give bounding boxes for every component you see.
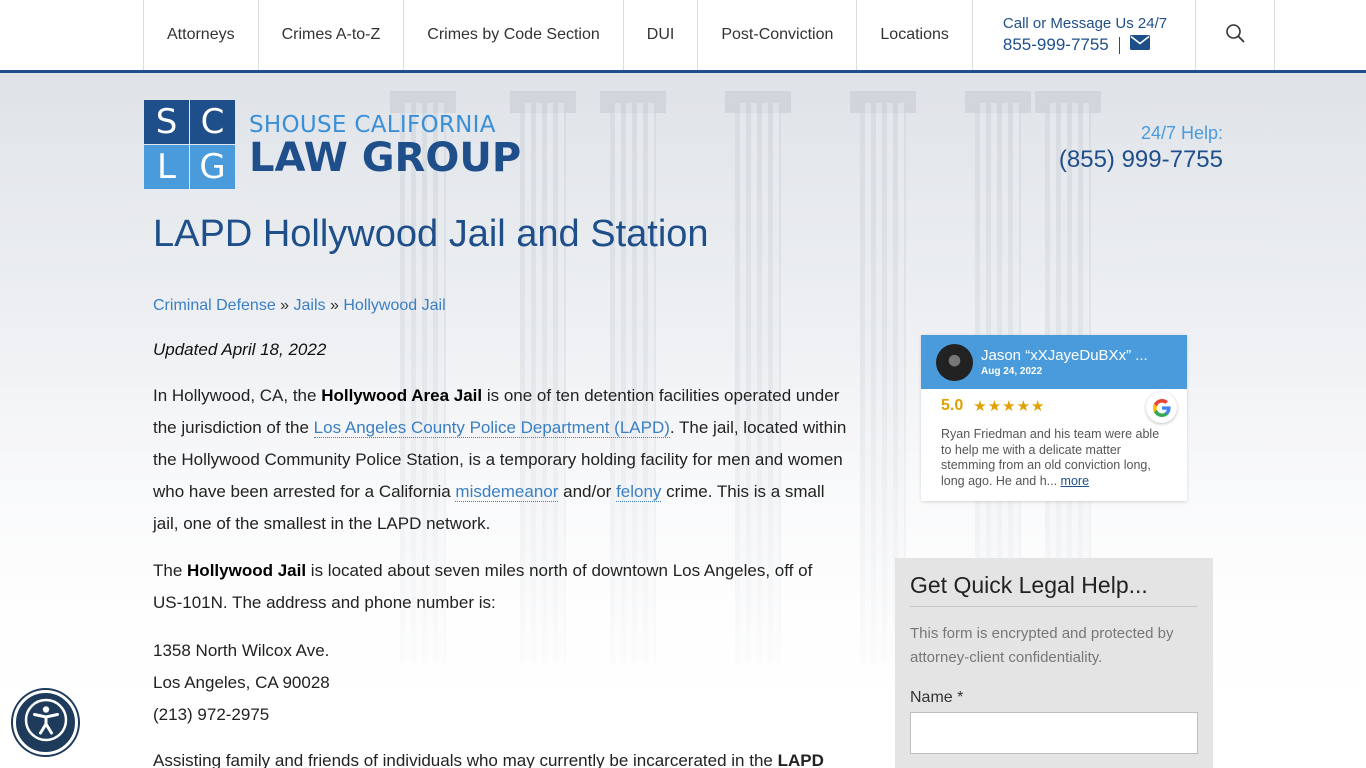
breadcrumb-separator: » <box>280 297 290 314</box>
page-title: LAPD Hollywood Jail and Station <box>153 213 709 255</box>
nav-item-attorneys[interactable]: Attorneys <box>143 0 258 70</box>
top-navigation: Attorneys Crimes A-to-Z Crimes by Code S… <box>0 0 1366 73</box>
review-text: Ryan Friedman and his team were able to … <box>941 427 1171 489</box>
logo-wordmark: SHOUSE CALIFORNIA LAW GROUP <box>249 112 521 178</box>
intro-paragraph: In Hollywood, CA, the Hollywood Area Jai… <box>153 380 853 540</box>
text: In Hollywood, CA, the <box>153 386 322 405</box>
help-contact: 24/7 Help: (855) 999-7755 <box>1059 123 1223 174</box>
updated-date: Updated April 18, 2022 <box>153 340 327 359</box>
form-confidentiality-note: This form is encrypted and protected by … <box>910 625 1174 666</box>
logo-letter-g: G <box>190 145 235 189</box>
logo-letter-c: C <box>190 100 235 144</box>
help-label: 24/7 Help: <box>1140 123 1223 143</box>
name-field-label: Name * <box>910 689 964 706</box>
address-line: 1358 North Wilcox Ave. <box>153 641 330 660</box>
location-paragraph: The Hollywood Jail is located about seve… <box>153 555 833 619</box>
accessibility-icon <box>23 697 69 748</box>
breadcrumb-separator: » <box>330 297 339 314</box>
logo-bottom-text: LAW GROUP <box>249 135 522 181</box>
logo-letter-l: L <box>144 145 189 189</box>
search-button[interactable] <box>1195 0 1276 70</box>
nav-call-divider <box>1118 36 1120 54</box>
breadcrumb-hollywood-jail[interactable]: Hollywood Jail <box>343 297 445 314</box>
breadcrumb: Criminal Defense » Jails » Hollywood Jai… <box>153 297 446 315</box>
text: and/or <box>558 482 617 501</box>
nav-item-locations[interactable]: Locations <box>856 0 972 70</box>
jail-address: 1358 North Wilcox Ave. Los Angeles, CA 9… <box>153 635 330 731</box>
bold-text: Hollywood Area Jail <box>321 386 483 405</box>
review-header: Jason “xXJayeDuBXx” ... Aug 24, 2022 <box>921 335 1187 389</box>
nav-contact[interactable]: Call or Message Us 24/7 855-999-7755 <box>971 0 1195 70</box>
review-more-link[interactable]: more <box>1061 474 1089 488</box>
address-line: Los Angeles, CA 90028 <box>153 673 330 692</box>
text: The <box>153 561 188 580</box>
nav-call-row: 855-999-7755 <box>1003 35 1167 55</box>
nav-call-label: Call or Message Us 24/7 <box>1002 15 1168 32</box>
lapd-link[interactable]: Los Angeles County Police Department (LA… <box>313 418 670 438</box>
rating-score: 5.0 <box>941 397 964 414</box>
review-rating: 5.0 ★★★★★ <box>941 397 1046 415</box>
reviewer-meta: Jason “xXJayeDuBXx” ... Aug 24, 2022 <box>981 347 1148 377</box>
nav-item-crimes-by-code-section[interactable]: Crimes by Code Section <box>403 0 623 70</box>
avatar <box>936 343 973 381</box>
reviewer-name: Jason “xXJayeDuBXx” ... <box>981 347 1148 364</box>
envelope-icon[interactable] <box>1129 35 1150 55</box>
search-icon <box>1225 23 1245 48</box>
google-review-widget[interactable]: Jason “xXJayeDuBXx” ... Aug 24, 2022 5.0… <box>921 335 1187 501</box>
review-date: Aug 24, 2022 <box>981 366 1043 377</box>
text: Assisting family and friends of individu… <box>153 751 778 768</box>
form-title: Get Quick Legal Help... <box>910 572 1198 607</box>
review-body: Ryan Friedman and his team were able to … <box>941 427 1160 488</box>
breadcrumb-criminal-defense[interactable]: Criminal Defense <box>153 297 276 314</box>
felony-link[interactable]: felony <box>616 482 662 502</box>
nav-item-crimes-a-to-z[interactable]: Crimes A-to-Z <box>257 0 404 70</box>
help-phone[interactable]: (855) 999-7755 <box>1059 146 1223 174</box>
bold-text: LAPD <box>777 751 824 768</box>
nav-item-post-conviction[interactable]: Post-Conviction <box>697 0 856 70</box>
star-rating-icon: ★★★★★ <box>973 398 1046 415</box>
assisting-paragraph: Assisting family and friends of individu… <box>153 745 853 768</box>
accessibility-button[interactable] <box>13 690 78 755</box>
breadcrumb-jails[interactable]: Jails <box>294 297 326 314</box>
bold-text: Hollywood Jail <box>187 561 307 580</box>
site-logo[interactable]: S C L G SHOUSE CALIFORNIA LAW GROUP <box>144 100 521 190</box>
nav-call-phone[interactable]: 855-999-7755 <box>1003 35 1109 55</box>
logo-mark: S C L G <box>144 100 235 190</box>
nav-item-dui[interactable]: DUI <box>622 0 698 70</box>
quick-legal-help-form: Get Quick Legal Help... This form is enc… <box>895 558 1213 768</box>
name-field[interactable] <box>910 712 1198 754</box>
misdemeanor-link[interactable]: misdemeanor <box>455 482 559 502</box>
google-logo-icon <box>1146 392 1177 423</box>
logo-letter-s: S <box>144 100 189 144</box>
nav-menu: Attorneys Crimes A-to-Z Crimes by Code S… <box>143 0 1276 70</box>
address-phone: (213) 972-2975 <box>153 705 270 724</box>
